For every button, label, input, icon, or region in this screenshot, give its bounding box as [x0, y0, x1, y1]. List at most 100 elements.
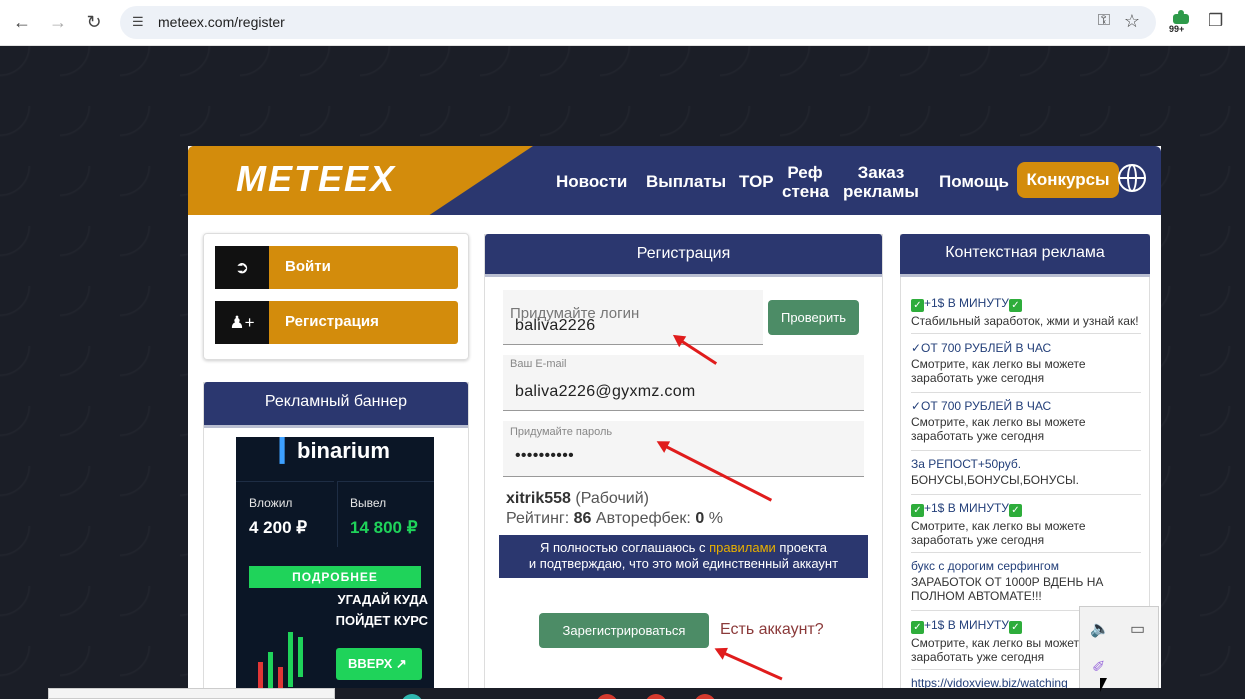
registration-title: Регистрация — [485, 234, 882, 274]
ad-title: ✓ОТ 700 РУБЛЕЙ В ЧАС — [911, 399, 1052, 413]
register-label: Регистрация — [285, 313, 379, 330]
bookmark-star-icon[interactable]: ☆ — [1124, 11, 1140, 32]
feather-icon[interactable]: ✐ — [1092, 657, 1105, 677]
ad-item[interactable]: ✓ +1$ В МИНУТУ ✓ Стабильный заработок, жми… — [911, 296, 1141, 334]
site-container: METEEX Новости Выплаты TOP Реф стена Зак… — [188, 146, 1161, 699]
ad-item[interactable]: ✓ +1$ В МИНУТУ ✓ Смотрите, как легко вы мо… — [911, 501, 1141, 553]
rating-label: Рейтинг: — [506, 510, 570, 527]
site-logo[interactable]: METEEX — [236, 158, 396, 200]
deposit-value: 4 200 ₽ — [249, 518, 308, 537]
add-user-icon: ♟+ — [215, 301, 269, 344]
ad-title: +1$ В МИНУТУ — [924, 618, 1009, 632]
taskbar-search[interactable] — [48, 688, 335, 699]
menu-contests[interactable]: Конкурсы — [1017, 162, 1119, 198]
checkmark-icon: ✓ — [1008, 299, 1022, 312]
binarium-banner[interactable]: ▎binarium Вложил 4 200 ₽ Вывел 14 800 ₽ … — [236, 437, 434, 699]
guess-line2: ПОЙДЕТ КУРС — [335, 613, 428, 628]
ads-title: Контекстная реклама — [900, 234, 1150, 274]
globe-icon[interactable] — [1118, 164, 1146, 192]
withdraw-card: Вывел 14 800 ₽ — [337, 481, 434, 547]
refback-value: 0 — [695, 510, 705, 527]
rules-link[interactable]: правилами — [709, 540, 776, 555]
forward-icon[interactable]: → — [45, 9, 71, 35]
agreement-line1: Я полностью соглашаюсь с правилами проек… — [499, 540, 868, 556]
extensions-puzzle-icon[interactable]: ❒ — [1208, 11, 1223, 31]
browser-toolbar: ← → ↻ ☰ meteex.com/register ⚿ ☆ 99+ ❒ — [0, 0, 1245, 46]
back-icon[interactable]: ← — [9, 9, 35, 35]
checkmark-icon: ✓ — [1008, 504, 1022, 517]
site-header: METEEX Новости Выплаты TOP Реф стена Зак… — [188, 146, 1161, 215]
agreement-box: Я полностью соглашаюсь с правилами проек… — [499, 535, 868, 578]
rating-line: Рейтинг: 86 Авторефбек: 0 % — [506, 510, 723, 528]
ad-item[interactable]: букс с дорогим серфингом ЗАРАБОТОК ОТ 10… — [911, 559, 1141, 611]
rating-value: 86 — [573, 510, 592, 527]
reload-icon[interactable]: ↻ — [81, 9, 107, 35]
tray-popup: 🔈 ▭ ✐ — [1079, 606, 1159, 690]
menu-payouts[interactable]: Выплаты — [646, 172, 726, 191]
login-label: Войти — [285, 258, 331, 275]
up-button[interactable]: ВВЕРХ ↗ — [336, 648, 422, 680]
guess-text: УГАДАЙ КУДА ПОЙДЕТ КУРС — [316, 589, 428, 631]
checkmark-icon: ✓ — [911, 504, 924, 517]
ad-item[interactable]: ✓ОТ 700 РУБЛЕЙ В ЧАС Смотрите, как легко… — [911, 399, 1141, 451]
agreement-text2: проекта — [779, 540, 828, 555]
menu-order-ads[interactable]: Заказ рекламы — [843, 163, 919, 201]
chart-candle — [268, 652, 273, 692]
menu-order-ads-line2: рекламы — [843, 182, 919, 201]
have-account-link[interactable]: Есть аккаунт? — [720, 621, 824, 639]
checkmark-icon: ✓ — [911, 621, 924, 634]
menu-ref-wall-line1: Реф — [787, 163, 823, 182]
refback-unit: % — [708, 510, 723, 527]
register-button[interactable]: ♟+ Регистрация — [215, 301, 458, 344]
chart-candle — [298, 637, 303, 677]
volume-icon[interactable]: 🔈 — [1090, 619, 1110, 639]
menu-news[interactable]: Новости — [556, 172, 627, 191]
ad-desc: ЗАРАБОТОК ОТ 1000Р ВДЕНЬ НА ПОЛНОМ АВТОМ… — [911, 575, 1104, 603]
password-label: Придумайте пароль — [510, 426, 613, 438]
menu-order-ads-line1: Заказ — [857, 163, 905, 182]
menu-ref-wall[interactable]: Реф стена — [782, 163, 829, 201]
key-icon[interactable]: ⚿ — [1098, 12, 1110, 30]
agreement-text1: Я полностью соглашаюсь с — [539, 540, 706, 555]
email-field[interactable]: Ваш E-mail baliva2226@gyxmz.com — [503, 355, 864, 411]
ad-title: букс с дорогим серфингом — [911, 559, 1059, 573]
ad-desc: Смотрите, как легко вы можете заработать… — [911, 519, 1086, 547]
binarium-mark-icon: ▎ — [280, 438, 297, 463]
site-info-icon[interactable]: ☰ — [132, 14, 144, 30]
menu-ref-wall-line2: стена — [782, 182, 829, 201]
guess-line1: УГАДАЙ КУДА — [337, 592, 428, 607]
deposit-label: Вложил — [249, 496, 293, 510]
email-label: Ваш E-mail — [510, 358, 567, 370]
checkmark-icon: ✓ — [911, 299, 924, 312]
check-login-button[interactable]: Проверить — [768, 300, 859, 335]
referrer-line: xitrik558 (Рабочий) — [506, 490, 649, 508]
banner-title: Рекламный баннер — [204, 382, 468, 425]
menu-help[interactable]: Помощь — [939, 172, 1009, 191]
email-value: baliva2226@gyxmz.com — [515, 383, 696, 400]
network-icon[interactable]: ▭ — [1130, 619, 1145, 639]
login-icon: ➲ — [215, 246, 269, 289]
deposit-card: Вложил 4 200 ₽ — [236, 481, 334, 547]
password-field[interactable]: Придумайте пароль •••••••••• — [503, 421, 864, 477]
ad-item[interactable]: ✓ОТ 700 РУБЛЕЙ В ЧАС Смотрите, как легко… — [911, 341, 1141, 393]
login-field[interactable]: Придумайте логин baliva2226 — [503, 290, 763, 345]
ad-desc: БОНУСЫ,БОНУСЫ,БОНУСЫ. — [911, 473, 1079, 487]
mouse-cursor-icon — [1100, 678, 1107, 692]
ad-desc: Смотрите, как легко вы можете заработать… — [911, 415, 1086, 443]
chart-candle — [288, 632, 293, 687]
more-button[interactable]: ПОДРОБНЕЕ — [249, 566, 421, 588]
binarium-logo: ▎binarium — [236, 437, 434, 465]
arrow-up-right-icon: ↗ — [395, 656, 407, 671]
withdraw-label: Вывел — [350, 496, 387, 510]
ad-title: За РЕПОСТ+50руб. — [911, 457, 1022, 471]
ad-title: +1$ В МИНУТУ — [924, 501, 1009, 515]
login-value: baliva2226 — [515, 317, 596, 334]
ad-item[interactable]: За РЕПОСТ+50руб. БОНУСЫ,БОНУСЫ,БОНУСЫ. — [911, 457, 1141, 495]
url-text[interactable]: meteex.com/register — [158, 14, 285, 30]
ad-title: +1$ В МИНУТУ — [924, 296, 1009, 310]
extension-badge: 99+ — [1169, 24, 1185, 34]
menu-top[interactable]: TOP — [739, 172, 774, 191]
submit-register-button[interactable]: Зарегистрироваться — [539, 613, 709, 648]
login-button[interactable]: ➲ Войти — [215, 246, 458, 289]
address-bar[interactable]: ☰ meteex.com/register ⚿ ☆ — [120, 6, 1156, 39]
